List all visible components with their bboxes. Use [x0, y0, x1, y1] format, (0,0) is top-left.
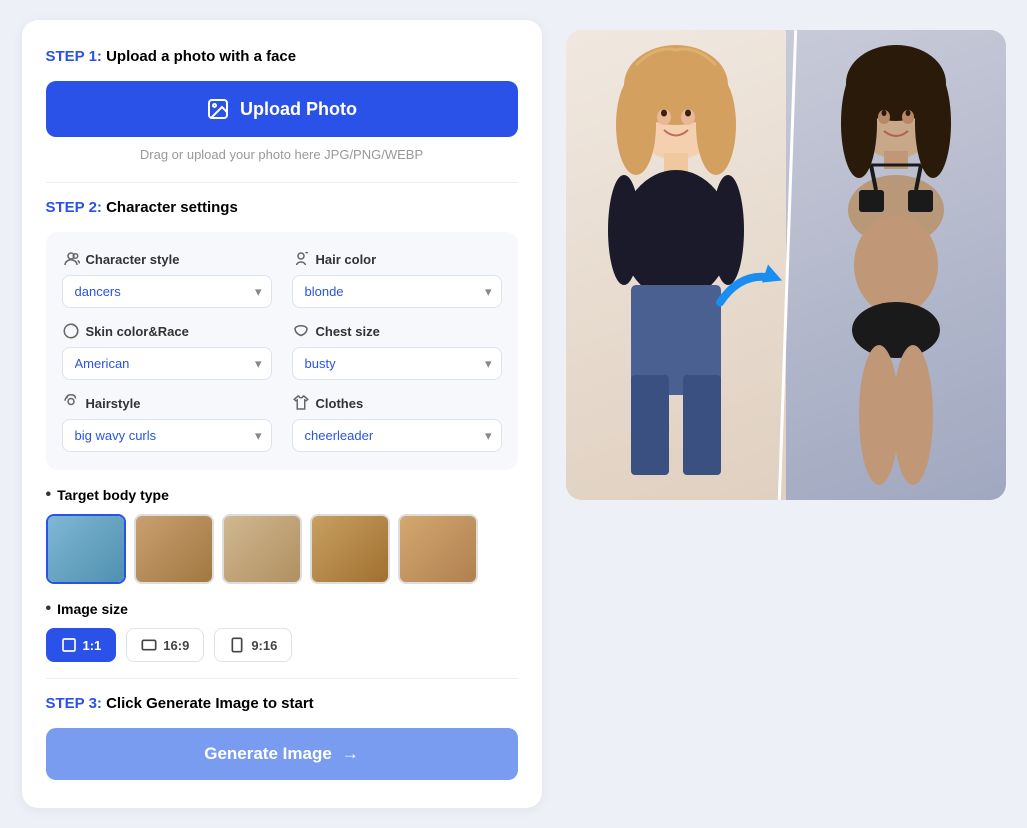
size-btn-9-16[interactable]: 9:16 [214, 628, 292, 662]
portrait-icon [229, 637, 245, 653]
chest-size-icon [292, 322, 310, 340]
clothes-label: Clothes [292, 394, 502, 412]
image-size-section: Image size 1:1 16:9 9:16 [46, 600, 518, 662]
clothes-group: Clothes cheerleader casual formal sporty [292, 394, 502, 452]
hairstyle-label: Hairstyle [62, 394, 272, 412]
transform-arrow [710, 252, 790, 325]
body-type-label: Target body type [46, 486, 518, 504]
hairstyle-icon [62, 394, 80, 412]
size-btn-1-1[interactable]: 1:1 [46, 628, 117, 662]
step2-label: STEP 2: Character settings [46, 199, 518, 216]
hair-color-select-wrapper: blonde brunette black red [292, 275, 502, 308]
arrow-icon [710, 252, 790, 312]
clothes-select-wrapper: cheerleader casual formal sporty [292, 419, 502, 452]
image-size-label: Image size [46, 600, 518, 618]
image-size-options: 1:1 16:9 9:16 [46, 628, 518, 662]
body-type-section: Target body type [46, 486, 518, 584]
body-thumb-5[interactable] [398, 514, 478, 584]
character-settings: Character style dancers model athlete ca… [46, 232, 518, 470]
preview-container [566, 30, 1006, 500]
hairstyle-select[interactable]: big wavy curls straight curly short [62, 419, 272, 452]
landscape-icon [141, 637, 157, 653]
chest-size-select-wrapper: busty slim average plus [292, 347, 502, 380]
clothes-select[interactable]: cheerleader casual formal sporty [292, 419, 502, 452]
upload-icon [206, 97, 230, 121]
right-panel [566, 30, 1006, 500]
body-thumb-4[interactable] [310, 514, 390, 584]
hairstyle-group: Hairstyle big wavy curls straight curly … [62, 394, 272, 452]
character-style-group: Character style dancers model athlete ca… [62, 250, 272, 308]
hairstyle-select-wrapper: big wavy curls straight curly short [62, 419, 272, 452]
character-style-icon [62, 250, 80, 268]
square-icon [61, 637, 77, 653]
chest-size-label: Chest size [292, 322, 502, 340]
after-image [801, 35, 991, 495]
hair-color-icon [292, 250, 310, 268]
skin-race-select-wrapper: American Asian European African [62, 347, 272, 380]
hair-color-select[interactable]: blonde brunette black red [292, 275, 502, 308]
character-style-select[interactable]: dancers model athlete casual [62, 275, 272, 308]
generate-image-button[interactable]: Generate Image → [46, 728, 518, 780]
body-type-grid [46, 514, 518, 584]
left-panel: STEP 1: Upload a photo with a face Uploa… [22, 20, 542, 808]
body-thumb-1[interactable] [46, 514, 126, 584]
skin-race-label: Skin color&Race [62, 322, 272, 340]
hair-color-label: Hair color [292, 250, 502, 268]
step1-label: STEP 1: Upload a photo with a face [46, 48, 518, 65]
skin-race-select[interactable]: American Asian European African [62, 347, 272, 380]
upload-photo-button[interactable]: Upload Photo [46, 81, 518, 137]
step3-label: STEP 3: Click Generate Image to start [46, 695, 518, 712]
hair-color-group: Hair color blonde brunette black red [292, 250, 502, 308]
chest-size-group: Chest size busty slim average plus [292, 322, 502, 380]
size-btn-16-9[interactable]: 16:9 [126, 628, 204, 662]
settings-grid: Character style dancers model athlete ca… [62, 250, 502, 452]
body-thumb-2[interactable] [134, 514, 214, 584]
skin-race-group: Skin color&Race American Asian European … [62, 322, 272, 380]
character-style-select-wrapper: dancers model athlete casual [62, 275, 272, 308]
preview-after [786, 30, 1006, 500]
body-thumb-3[interactable] [222, 514, 302, 584]
upload-hint: Drag or upload your photo here JPG/PNG/W… [46, 147, 518, 162]
clothes-icon [292, 394, 310, 412]
chest-size-select[interactable]: busty slim average plus [292, 347, 502, 380]
skin-race-icon [62, 322, 80, 340]
character-style-label: Character style [62, 250, 272, 268]
